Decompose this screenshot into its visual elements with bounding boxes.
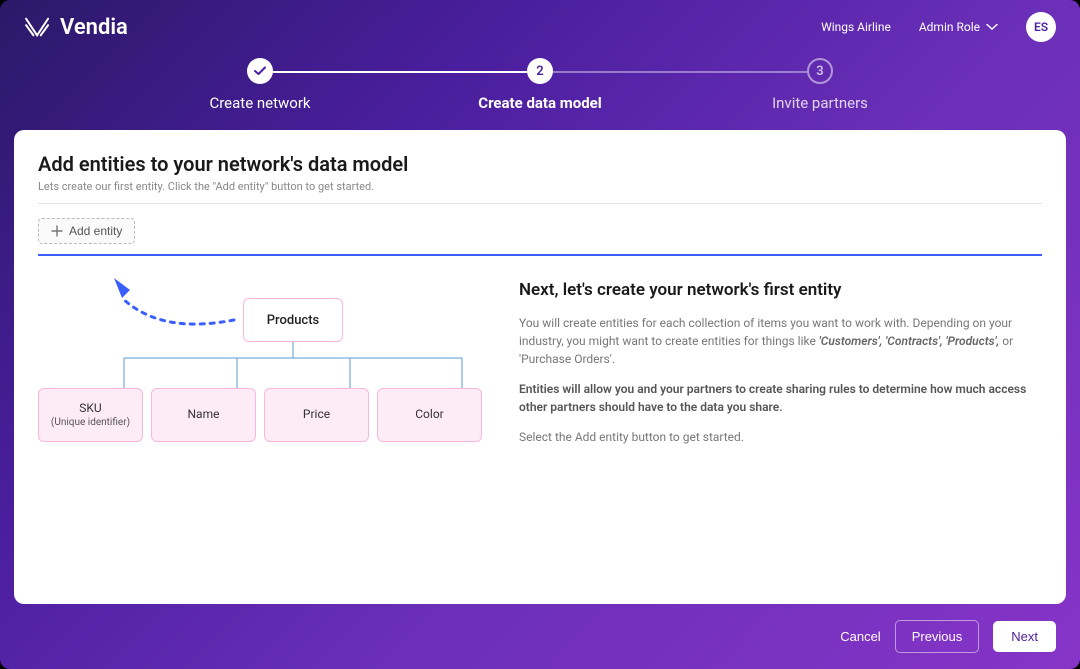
step-create-network[interactable]: Create network — [120, 58, 400, 112]
entity-attr-price: Price — [264, 388, 369, 442]
main-card: Add entities to your network's data mode… — [14, 130, 1066, 604]
step-invite-partners[interactable]: 3 Invite partners — [680, 58, 960, 112]
chevron-down-icon — [986, 23, 998, 31]
attr-subtitle: (Unique identifier) — [51, 416, 130, 429]
brand-logo: Vendia — [24, 15, 128, 40]
plus-icon — [51, 225, 63, 237]
previous-button[interactable]: Previous — [895, 620, 980, 653]
info-panel: Next, let's create your network's first … — [519, 280, 1042, 460]
attr-name: Color — [415, 407, 443, 423]
next-button[interactable]: Next — [993, 621, 1056, 652]
wizard-footer: Cancel Previous Next — [0, 604, 1080, 669]
user-avatar[interactable]: ES — [1026, 12, 1056, 42]
role-label: Admin Role — [919, 20, 980, 34]
page-subtitle: Lets create our first entity. Click the … — [38, 180, 1042, 193]
page-title: Add entities to your network's data mode… — [38, 152, 1042, 176]
entity-root-node: Products — [243, 298, 343, 342]
attr-name: Price — [303, 407, 330, 423]
cancel-button[interactable]: Cancel — [840, 629, 880, 644]
step-create-data-model[interactable]: 2 Create data model — [400, 58, 680, 112]
step-label: Create data model — [478, 94, 601, 112]
vendia-logo-icon — [24, 16, 52, 38]
attr-name: Name — [188, 407, 220, 423]
info-paragraph-3: Select the Add entity button to get star… — [519, 428, 1042, 446]
step-label: Create network — [209, 94, 310, 112]
step-label: Invite partners — [772, 94, 868, 112]
connector-lines — [72, 342, 492, 388]
divider — [38, 203, 1042, 204]
step-number: 2 — [527, 58, 553, 84]
hint-arrow-icon — [72, 278, 237, 338]
attr-name: SKU — [79, 401, 101, 417]
info-paragraph-1: You will create entities for each collec… — [519, 314, 1042, 368]
brand-name: Vendia — [60, 15, 128, 40]
org-name: Wings Airline — [821, 20, 891, 34]
step-number: 3 — [807, 58, 833, 84]
entity-diagram: Products SKU (Unique identifier) Name — [38, 280, 483, 460]
info-title: Next, let's create your network's first … — [519, 280, 1042, 300]
add-entity-label: Add entity — [69, 224, 122, 238]
add-entity-button[interactable]: Add entity — [38, 218, 135, 244]
check-icon — [247, 58, 273, 84]
wizard-stepper: Create network 2 Create data model 3 Inv… — [0, 58, 1080, 112]
app-header: Vendia Wings Airline Admin Role ES — [0, 0, 1080, 42]
entity-attr-color: Color — [377, 388, 482, 442]
info-paragraph-2: Entities will allow you and your partner… — [519, 380, 1042, 416]
entity-attr-name: Name — [151, 388, 256, 442]
entity-tabs-row: Add entity — [38, 218, 1042, 256]
role-selector[interactable]: Admin Role — [919, 20, 998, 34]
entity-attr-sku: SKU (Unique identifier) — [38, 388, 143, 442]
